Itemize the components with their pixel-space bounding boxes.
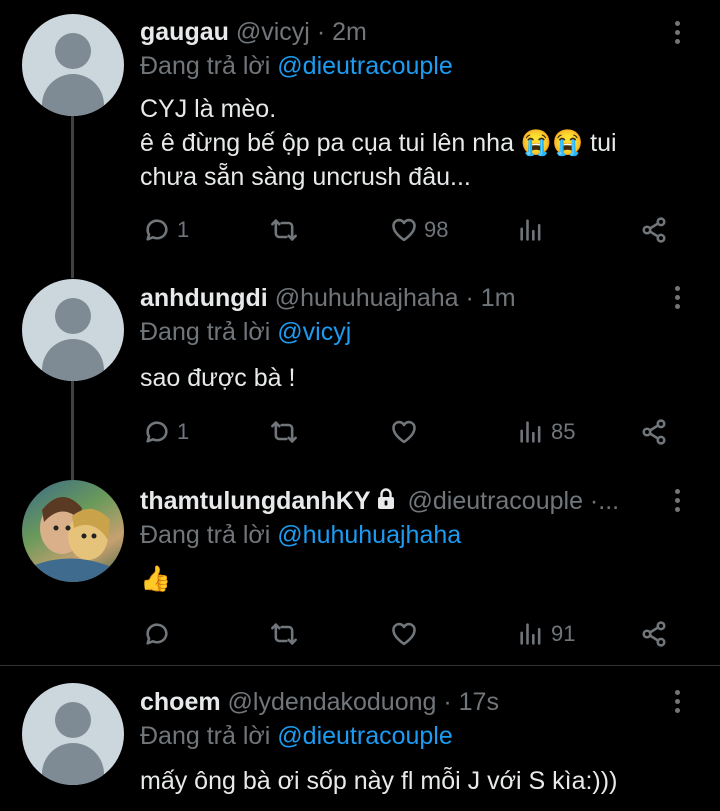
avatar[interactable] xyxy=(22,480,124,582)
action-bar: 1 98 xyxy=(0,215,720,245)
user-handle[interactable]: @huhuhuajhaha xyxy=(275,284,459,312)
like-button[interactable] xyxy=(390,417,418,447)
mention-link[interactable]: @huhuhuajhaha xyxy=(277,521,461,549)
timestamp[interactable]: · 1m xyxy=(466,284,516,312)
tweet-header: gaugau @vicyj · 2m xyxy=(140,18,660,47)
retweet-icon xyxy=(271,421,297,443)
lock-icon xyxy=(377,488,394,509)
tweet-header: choem @lydendakoduong · 17s xyxy=(140,688,660,717)
display-name[interactable]: anhdungdi xyxy=(140,284,268,312)
display-name[interactable]: choem xyxy=(140,688,221,716)
replying-to: Đang trả lời @huhuhuajhaha xyxy=(140,521,462,549)
avatar-image xyxy=(32,496,114,582)
more-icon[interactable] xyxy=(672,690,682,717)
action-bar: 1 85 xyxy=(0,417,720,447)
like-button[interactable]: 98 xyxy=(390,215,448,245)
mention-link[interactable]: @dieutracouple xyxy=(277,722,453,750)
replying-to: Đang trả lời @dieutracouple xyxy=(140,52,453,80)
tweet-text: CYJ là mèo. ê ê đừng bế ộp pa cụa tui lê… xyxy=(140,95,617,191)
display-name[interactable]: gaugau xyxy=(140,18,229,46)
like-icon xyxy=(392,218,416,242)
reply-icon xyxy=(146,219,168,241)
reply-button[interactable]: 1 xyxy=(143,215,189,245)
thread-line xyxy=(71,116,74,278)
replying-to: Đang trả lời @vicyj xyxy=(140,318,352,346)
tweet-text: mấy ông bà ơi sốp này fl mỗi J với S kìa… xyxy=(140,767,618,795)
share-icon xyxy=(642,621,666,647)
tweet-text: 👍 xyxy=(140,565,172,593)
like-icon xyxy=(392,420,416,444)
retweet-icon xyxy=(271,219,297,241)
more-icon[interactable] xyxy=(672,489,682,516)
like-button[interactable] xyxy=(390,619,418,649)
views-icon xyxy=(520,623,541,645)
share-button[interactable] xyxy=(640,215,668,245)
like-icon xyxy=(392,622,416,646)
reply-button[interactable] xyxy=(143,619,171,649)
retweet-button[interactable] xyxy=(270,215,298,245)
replying-to: Đang trả lời @dieutracouple xyxy=(140,722,453,750)
mention-link[interactable]: @dieutracouple xyxy=(277,52,453,80)
reply-icon xyxy=(146,421,168,443)
share-icon xyxy=(642,217,666,243)
reply-icon xyxy=(146,623,168,645)
tweet-text: sao được bà ! xyxy=(140,364,296,392)
mention-link[interactable]: @vicyj xyxy=(277,318,351,346)
retweet-button[interactable] xyxy=(270,619,298,649)
tweet-header: thamtulungdanhKY @dieutracouple ·... xyxy=(140,487,660,516)
avatar[interactable] xyxy=(22,14,124,116)
more-icon[interactable] xyxy=(672,21,682,48)
user-handle[interactable]: @lydendakoduong xyxy=(228,688,437,716)
views-button[interactable] xyxy=(517,215,545,245)
retweet-icon xyxy=(271,623,297,645)
share-icon xyxy=(642,419,666,445)
retweet-button[interactable] xyxy=(270,417,298,447)
share-button[interactable] xyxy=(640,619,668,649)
avatar[interactable] xyxy=(22,279,124,381)
views-button[interactable]: 91 xyxy=(517,619,575,649)
user-handle[interactable]: @dieutracouple ·... xyxy=(407,487,619,515)
tweet-header: anhdungdi @huhuhuajhaha · 1m xyxy=(140,284,660,313)
share-button[interactable] xyxy=(640,417,668,447)
display-name[interactable]: thamtulungdanhKY xyxy=(140,487,371,515)
action-bar: 91 xyxy=(0,619,720,649)
divider xyxy=(0,665,720,666)
more-icon[interactable] xyxy=(672,286,682,313)
views-button[interactable]: 85 xyxy=(517,417,575,447)
timestamp[interactable]: · 17s xyxy=(443,688,499,716)
reply-button[interactable]: 1 xyxy=(143,417,189,447)
user-handle[interactable]: @vicyj xyxy=(236,18,310,46)
views-icon xyxy=(520,219,541,241)
timestamp[interactable]: · 2m xyxy=(317,18,367,46)
avatar[interactable] xyxy=(22,683,124,785)
views-icon xyxy=(520,421,541,443)
